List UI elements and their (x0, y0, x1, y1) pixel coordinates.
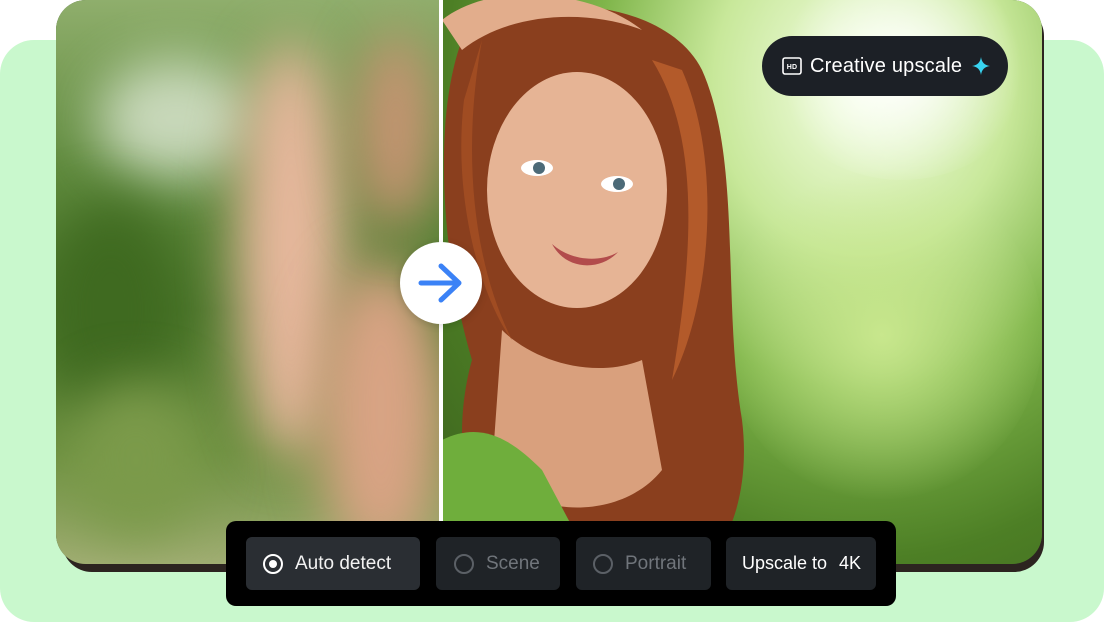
radio-selected-icon (263, 553, 283, 574)
hd-icon: HD (782, 57, 802, 75)
badge-label: Creative upscale (810, 54, 963, 77)
option-label: Auto detect (295, 552, 392, 574)
radio-unselected-icon (454, 553, 474, 574)
sparkle-icon (972, 57, 991, 75)
arrow-right-icon (418, 263, 462, 303)
upscale-toolbar: Auto detect Scene Portrait Upscale to 4K (226, 521, 896, 606)
svg-text:HD: HD (787, 64, 798, 71)
creative-upscale-badge[interactable]: HD Creative upscale (762, 36, 1008, 96)
upscale-to-button[interactable]: Upscale to 4K (726, 537, 876, 590)
before-image-blurred (56, 0, 442, 564)
radio-unselected-icon (593, 553, 613, 574)
compare-handle[interactable] (400, 242, 482, 324)
option-label: Scene (486, 552, 540, 574)
option-label: Portrait (625, 552, 687, 574)
option-portrait[interactable]: Portrait (576, 537, 711, 590)
option-scene[interactable]: Scene (436, 537, 560, 590)
option-auto-detect[interactable]: Auto detect (246, 537, 420, 590)
upscale-resolution: 4K (839, 553, 862, 573)
upscale-label: Upscale to (742, 553, 828, 573)
